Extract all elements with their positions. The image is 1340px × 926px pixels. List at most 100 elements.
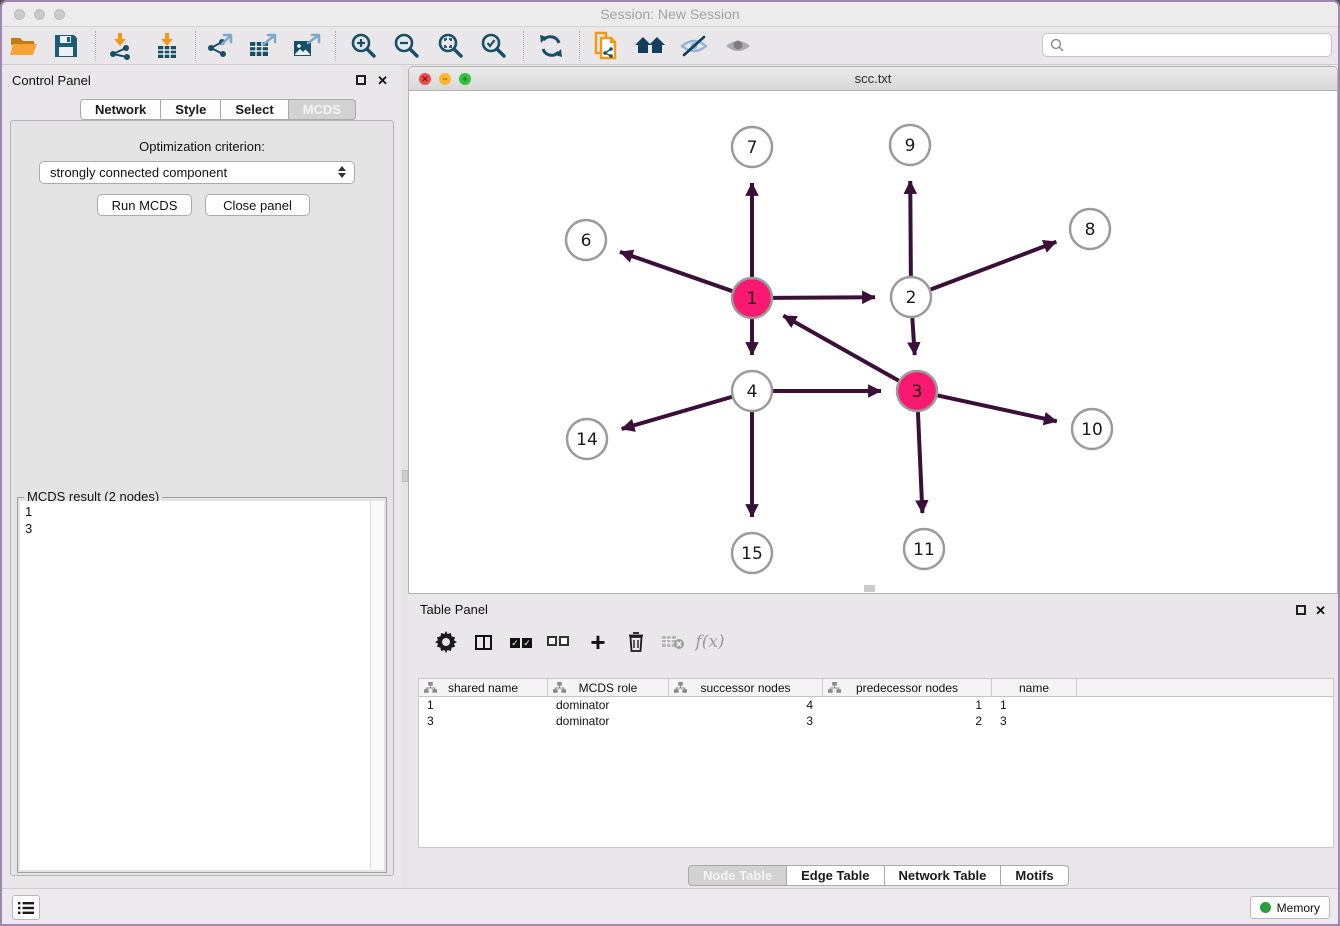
float-panel-icon[interactable] (356, 75, 366, 85)
cell-MCDS-role[interactable]: dominator (548, 713, 669, 729)
edge-3-1[interactable] (783, 316, 898, 381)
tab-network[interactable]: Network (80, 99, 161, 120)
table-row[interactable]: 1dominator411 (419, 697, 1333, 713)
plus-icon: + (590, 632, 605, 652)
home-layout-button[interactable] (631, 28, 669, 64)
table-tab-network-table[interactable]: Network Table (885, 865, 1002, 886)
table-tab-node-table[interactable]: Node Table (688, 865, 787, 886)
column-header-predecessor-nodes[interactable]: predecessor nodes (823, 679, 992, 697)
cell-name[interactable]: 3 (992, 713, 1077, 729)
save-session-button[interactable] (47, 28, 85, 64)
cell-name[interactable]: 1 (992, 697, 1077, 713)
zoom-out-button[interactable] (388, 28, 426, 64)
edge-1-6[interactable] (620, 252, 732, 291)
deselect-all-columns-button[interactable] (540, 624, 576, 660)
toolbar-separator (195, 31, 196, 61)
criterion-select-value: strongly connected component (50, 165, 227, 180)
column-type-icon (828, 682, 841, 693)
task-history-button[interactable] (12, 895, 40, 920)
export-table-button[interactable] (244, 28, 282, 64)
export-network-icon (205, 32, 235, 60)
run-mcds-button[interactable]: Run MCDS (97, 194, 192, 216)
window-resize-grip[interactable] (864, 585, 875, 592)
zoom-in-button[interactable] (345, 28, 383, 64)
column-type-icon (674, 682, 687, 693)
cell-shared-name[interactable]: 1 (419, 697, 548, 713)
mcds-tab-content: Optimization criterion: strongly connect… (10, 120, 394, 876)
column-header-shared-name[interactable]: shared name (419, 679, 548, 697)
column-header-label: successor nodes (700, 681, 790, 695)
edge-2-9[interactable] (910, 181, 911, 276)
function-builder-button[interactable]: f(x) (692, 624, 728, 660)
cell-successor-nodes[interactable]: 4 (669, 697, 823, 713)
node-label-14: 14 (576, 430, 598, 450)
zoom-fit-button[interactable] (432, 28, 470, 64)
select-all-columns-button[interactable]: ✓✓ (503, 624, 539, 660)
toggle-panel-split-button[interactable] (465, 624, 501, 660)
trash-icon (626, 631, 646, 653)
tab-style[interactable]: Style (161, 99, 221, 120)
table-tabs: Node TableEdge TableNetwork TableMotifs (688, 865, 1069, 886)
node-label-11: 11 (913, 540, 935, 560)
result-scrollbar[interactable] (371, 501, 384, 870)
tab-select[interactable]: Select (221, 99, 288, 120)
edge-2-3[interactable] (912, 318, 914, 355)
search-input[interactable] (1042, 33, 1332, 57)
close-panel-button[interactable]: Close panel (205, 194, 310, 216)
table-settings-button[interactable] (428, 624, 464, 660)
table-body: 1dominator4113dominator323 (419, 697, 1333, 847)
cell-predecessor-nodes[interactable]: 2 (823, 713, 992, 729)
edge-4-14[interactable] (622, 397, 732, 429)
close-panel-icon[interactable]: ✕ (377, 75, 388, 86)
column-header-name[interactable]: name (992, 679, 1077, 697)
edge-3-11[interactable] (918, 412, 922, 513)
tab-mcds[interactable]: MCDS (289, 99, 356, 120)
table-row[interactable]: 3dominator323 (419, 713, 1333, 729)
edge-2-8[interactable] (931, 242, 1057, 290)
table-tab-edge-table[interactable]: Edge Table (787, 865, 884, 886)
fx-icon: f(x) (695, 632, 724, 652)
edge-1-2[interactable] (773, 297, 875, 298)
zoom-selected-button[interactable] (475, 28, 513, 64)
clone-network-button[interactable] (587, 28, 625, 64)
node-label-1: 1 (747, 289, 758, 309)
table-tab-motifs[interactable]: Motifs (1001, 865, 1068, 886)
float-table-panel-icon[interactable] (1296, 605, 1306, 615)
cell-MCDS-role[interactable]: dominator (548, 697, 669, 713)
import-table-button[interactable] (148, 28, 186, 64)
export-network-button[interactable] (201, 28, 239, 64)
node-label-4: 4 (747, 382, 758, 402)
memory-button[interactable]: Memory (1250, 896, 1330, 919)
network-canvas[interactable]: 1234678910111415 (409, 91, 1337, 593)
import-network-button[interactable] (101, 28, 139, 64)
edge-3-10[interactable] (938, 395, 1057, 421)
network-graph[interactable]: 1234678910111415 (409, 91, 1337, 593)
gear-icon (435, 631, 457, 653)
open-session-button[interactable] (5, 28, 43, 64)
create-column-button[interactable]: + (580, 624, 616, 660)
refresh-view-button[interactable] (532, 28, 570, 64)
show-all-button[interactable] (719, 28, 757, 64)
select-stepper-icon (338, 166, 346, 178)
export-image-button[interactable] (288, 28, 326, 64)
column-header-MCDS-role[interactable]: MCDS role (548, 679, 669, 697)
export-table-icon (248, 32, 278, 60)
close-table-panel-icon[interactable]: ✕ (1315, 605, 1326, 616)
cell-shared-name[interactable]: 3 (419, 713, 548, 729)
delete-columns-button[interactable] (618, 624, 654, 660)
status-bar: Memory (2, 888, 1338, 924)
hide-selected-button[interactable] (675, 28, 713, 64)
mcds-result-text[interactable]: 1 3 (20, 501, 371, 870)
table-toolbar: ✓✓ + f(x) (418, 622, 1334, 662)
cell-predecessor-nodes[interactable]: 1 (823, 697, 992, 713)
criterion-select[interactable]: strongly connected component (39, 161, 355, 184)
cell-successor-nodes[interactable]: 3 (669, 713, 823, 729)
open-folder-icon (9, 34, 39, 58)
import-network-icon (106, 32, 134, 60)
delete-table-button[interactable] (655, 624, 691, 660)
column-header-successor-nodes[interactable]: successor nodes (669, 679, 823, 697)
node-label-8: 8 (1085, 220, 1096, 240)
app-window: Session: New Session (0, 0, 1340, 926)
zoom-selected-icon (480, 32, 508, 60)
mcds-result-group: MCDS result (2 nodes) 1 3 (17, 497, 387, 873)
